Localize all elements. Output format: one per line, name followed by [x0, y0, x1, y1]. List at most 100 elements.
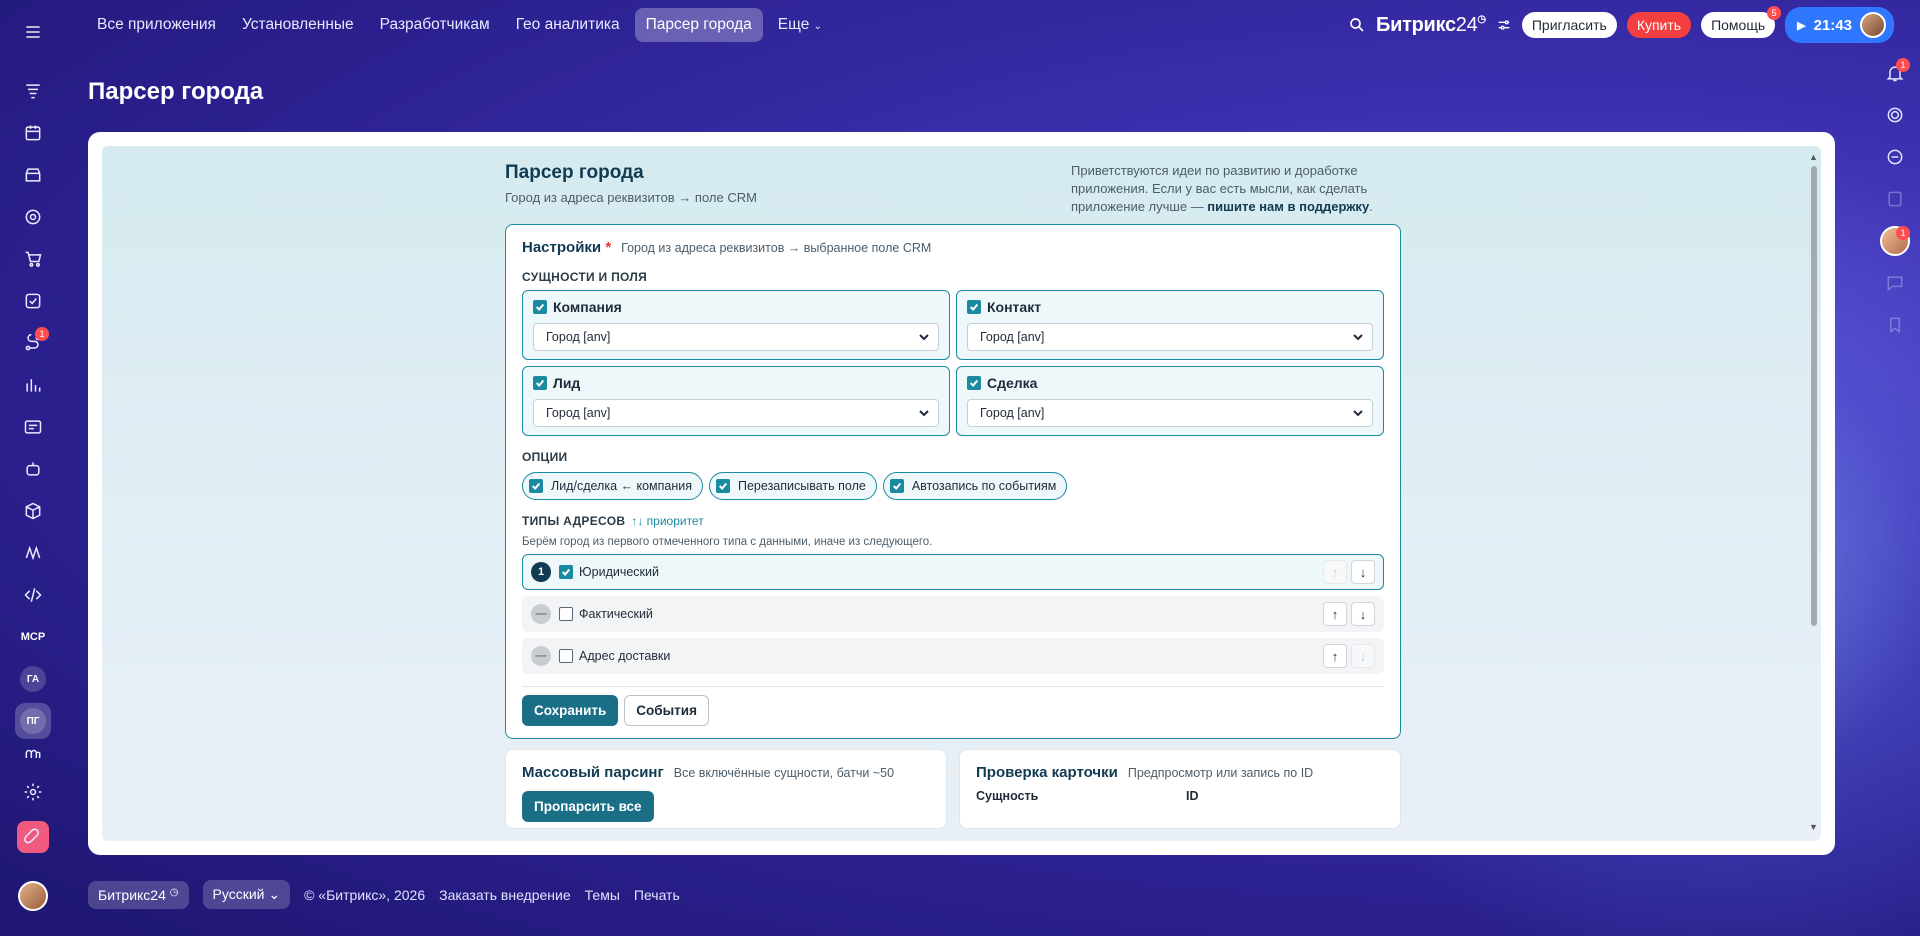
contact-field-select[interactable]: Город [anv]	[967, 323, 1373, 351]
entity-field-label: Сущность	[976, 789, 1039, 803]
priority-label: ↑↓ приоритет	[631, 514, 704, 528]
calendar-icon[interactable]	[15, 115, 51, 151]
help-button[interactable]: Помощь 5	[1701, 6, 1782, 38]
chevron-down-icon: ⌄	[813, 21, 823, 32]
sign-icon[interactable]	[15, 535, 51, 571]
order-link[interactable]: Заказать внедрение	[439, 887, 571, 903]
events-button[interactable]: События	[624, 695, 709, 726]
user-avatar[interactable]	[15, 878, 51, 914]
entity-deal-header: Сделка	[967, 375, 1373, 391]
parse-all-button[interactable]: Пропарсить все	[522, 791, 654, 822]
bookmark-icon[interactable]	[1878, 308, 1912, 342]
ga-label: ГА	[20, 666, 46, 692]
store-icon[interactable]	[15, 157, 51, 193]
search-icon[interactable]	[1348, 16, 1366, 34]
reorder-buttons: ↑ ↓	[1323, 560, 1375, 584]
scroll-up-icon[interactable]: ▲	[1809, 152, 1818, 162]
address-row-legal[interactable]: 1 Юридический ↑ ↓	[522, 554, 1384, 590]
move-down-button[interactable]: ↓	[1351, 644, 1375, 668]
deal-checkbox[interactable]	[967, 376, 981, 390]
scrollbar[interactable]: ▲ ▼	[1809, 152, 1819, 832]
analytics-icon[interactable]	[15, 367, 51, 403]
delivery-checkbox[interactable]	[559, 649, 573, 663]
settings-icon[interactable]	[15, 774, 51, 810]
messages-icon[interactable]	[1878, 266, 1912, 300]
copyright: © «Битрикс», 2026	[304, 886, 426, 903]
target-icon[interactable]	[15, 199, 51, 235]
card-check-card: Проверка карточки Предпросмотр или запис…	[959, 749, 1401, 829]
move-down-button[interactable]: ↓	[1351, 560, 1375, 584]
tab-city-parser[interactable]: Парсер города	[634, 8, 763, 42]
company-field-select[interactable]: Город [anv]	[533, 323, 939, 351]
more-apps-icon[interactable]	[15, 745, 51, 761]
work-day-button[interactable]: ▶ 21:43	[1785, 7, 1894, 43]
tab-developers[interactable]: Разработчикам	[369, 8, 501, 42]
clock-time: 21:43	[1813, 16, 1852, 34]
options-row: Лид/сделка ← компания Перезаписывать пол…	[522, 472, 1384, 500]
automation-badge: 1	[35, 327, 49, 341]
brand-logo[interactable]: Битрикс24◷	[1376, 14, 1486, 37]
legal-checkbox[interactable]	[559, 565, 573, 579]
option-checkbox	[889, 479, 904, 493]
priority-number: —	[531, 604, 551, 624]
move-up-button[interactable]: ↑	[1323, 644, 1347, 668]
robot-icon[interactable]	[15, 451, 51, 487]
chat-icon[interactable]	[1878, 140, 1912, 174]
contact-avatar[interactable]: 1	[1878, 224, 1912, 258]
menu-icon[interactable]	[15, 14, 51, 50]
automation-icon[interactable]: 1	[15, 325, 51, 361]
code-icon[interactable]	[15, 577, 51, 613]
address-label: Адрес доставки	[579, 649, 671, 663]
option-overwrite-field[interactable]: Перезаписывать поле	[709, 472, 877, 500]
cart-icon[interactable]	[15, 241, 51, 277]
invite-button[interactable]: Пригласить	[1521, 12, 1617, 38]
tab-geo-analytics[interactable]: Гео аналитика	[505, 8, 631, 42]
save-button[interactable]: Сохранить	[522, 695, 619, 726]
address-row-actual[interactable]: — Фактический ↑ ↓	[522, 596, 1384, 632]
move-down-button[interactable]: ↓	[1351, 602, 1375, 626]
note-end: .	[1369, 199, 1373, 214]
pg-app[interactable]: ПГ	[15, 703, 51, 739]
notes-icon[interactable]	[1878, 182, 1912, 216]
support-link[interactable]: пишите нам в поддержку	[1207, 199, 1369, 214]
actual-checkbox[interactable]	[559, 607, 573, 621]
address-row-delivery[interactable]: — Адрес доставки ↑ ↓	[522, 638, 1384, 674]
filter-icon[interactable]	[1496, 17, 1512, 33]
priority-number: —	[531, 646, 551, 666]
option-lead-deal-from-company[interactable]: Лид/сделка ← компания	[522, 472, 703, 500]
themes-link[interactable]: Темы	[585, 887, 620, 903]
lead-field-select[interactable]: Город [anv]	[533, 399, 939, 427]
entities-grid: Компания Город [anv] Контакт Город [anv]…	[522, 290, 1384, 436]
ga-app[interactable]: ГА	[15, 661, 51, 697]
language-select[interactable]: Русский ⌄	[202, 880, 291, 909]
app-title-block: Парсер города Город из адреса реквизитов…	[505, 162, 757, 216]
move-up-button[interactable]: ↑	[1323, 602, 1347, 626]
bottom-cards: Массовый парсинг Все включённые сущности…	[505, 749, 1401, 829]
tasks-icon[interactable]	[15, 283, 51, 319]
contact-center-icon[interactable]	[15, 409, 51, 445]
company-checkbox[interactable]	[533, 300, 547, 314]
entity-deal: Сделка Город [anv]	[956, 366, 1384, 436]
feed-icon[interactable]	[15, 73, 51, 109]
lead-checkbox[interactable]	[533, 376, 547, 390]
print-link[interactable]: Печать	[634, 887, 680, 903]
deal-field-select[interactable]: Город [anv]	[967, 399, 1373, 427]
option-auto-write-events[interactable]: Автозапись по событиям	[882, 472, 1068, 500]
copilot-icon[interactable]	[1878, 98, 1912, 132]
move-up-button[interactable]: ↑	[1323, 560, 1347, 584]
scroll-down-icon[interactable]: ▼	[1809, 822, 1818, 832]
bell-icon[interactable]: 1	[1878, 56, 1912, 90]
footer-brand-button[interactable]: Битрикс24 ◷	[88, 880, 189, 909]
scrollbar-thumb[interactable]	[1811, 166, 1817, 626]
tab-all-apps[interactable]: Все приложения	[86, 8, 227, 42]
tab-more[interactable]: Еще ⌄	[767, 8, 833, 42]
box-icon[interactable]	[15, 493, 51, 529]
reorder-buttons: ↑ ↓	[1323, 602, 1375, 626]
buy-button[interactable]: Купить	[1626, 12, 1692, 38]
tab-installed[interactable]: Установленные	[231, 8, 365, 42]
footer: Битрикс24 ◷ Русский ⌄ © «Битрикс», 2026 …	[88, 880, 680, 909]
chevron-down-icon	[919, 410, 929, 417]
contact-checkbox[interactable]	[967, 300, 981, 314]
rocket-icon[interactable]	[17, 821, 49, 853]
mcp-app[interactable]: MCP	[15, 619, 51, 655]
